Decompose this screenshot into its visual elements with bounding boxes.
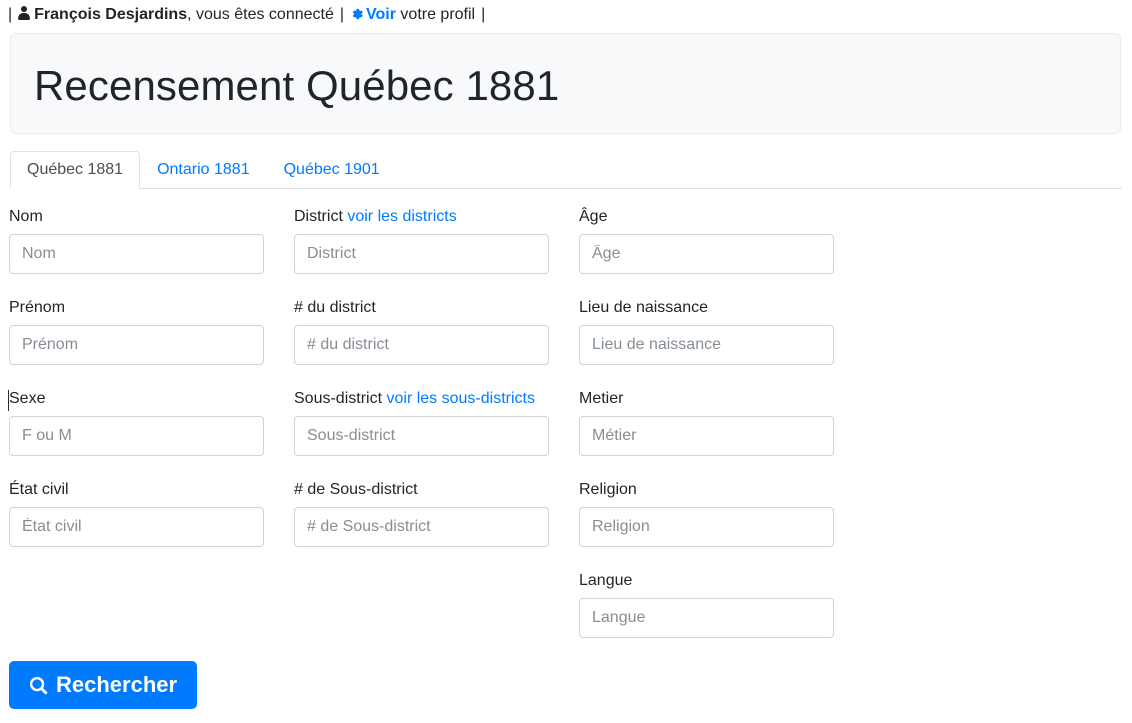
label-district: District voir les districts	[294, 208, 457, 225]
tab-quebec-1901[interactable]: Québec 1901	[267, 151, 397, 189]
field-etat-civil: État civil	[9, 479, 264, 547]
search-button-label: Rechercher	[56, 672, 178, 697]
field-langue: Langue	[579, 570, 834, 638]
label-metier: Metier	[579, 390, 624, 407]
label-lieu-de-naissance: Lieu de naissance	[579, 299, 708, 316]
submit-area: Rechercher	[9, 661, 198, 709]
label-langue: Langue	[579, 572, 633, 589]
search-icon	[29, 676, 48, 695]
label-sous-district: Sous-district voir les sous-districts	[294, 390, 535, 407]
input-lieu-de-naissance[interactable]	[579, 325, 834, 365]
field-religion: Religion	[579, 479, 834, 547]
field-metier: Metier	[579, 388, 834, 456]
label-etat-civil: État civil	[9, 481, 69, 498]
input-religion[interactable]	[579, 507, 834, 547]
user-status-bar: | François Desjardins, vous êtes connecté…	[0, 0, 1132, 32]
input-metier[interactable]	[579, 416, 834, 456]
page-title: Recensement Québec 1881	[34, 62, 560, 109]
profile-text: votre profil	[395, 6, 476, 23]
label-prenom: Prénom	[9, 299, 66, 316]
separator-pipe-left: |	[8, 6, 13, 23]
field-nom: Nom	[9, 206, 264, 274]
input-nom[interactable]	[9, 234, 264, 274]
input-prenom[interactable]	[9, 325, 264, 365]
label-numero-sous-district: # de Sous-district	[294, 481, 418, 498]
user-icon	[17, 6, 31, 21]
field-sexe: Sexe	[9, 388, 264, 456]
field-age: Âge	[579, 206, 834, 274]
field-numero-sous-district: # de Sous-district	[294, 479, 549, 547]
logged-in-status-text: , vous êtes connecté	[187, 6, 334, 23]
search-button[interactable]: Rechercher	[9, 661, 198, 709]
input-age[interactable]	[579, 234, 834, 274]
separator-pipe-right: |	[481, 6, 486, 23]
form-row-5: Langue	[0, 570, 1132, 661]
input-numero-district[interactable]	[294, 325, 549, 365]
form-row-2: Prénom # du district Lieu de naissance	[0, 297, 1132, 388]
label-religion: Religion	[579, 481, 637, 498]
page-header-banner: Recensement Québec 1881	[10, 33, 1121, 134]
census-tabs: Québec 1881 Ontario 1881 Québec 1901	[10, 151, 1122, 189]
label-nom: Nom	[9, 208, 43, 225]
label-age: Âge	[579, 208, 608, 225]
census-search-form: Nom District voir les districts Âge Prén…	[0, 206, 1132, 661]
form-row-4: État civil # de Sous-district Religion	[0, 479, 1132, 570]
mouse-cursor-ibeam	[8, 390, 9, 411]
input-sexe[interactable]	[9, 416, 264, 456]
tab-quebec-1881[interactable]: Québec 1881	[10, 151, 141, 189]
view-districts-link[interactable]: voir les districts	[347, 208, 456, 225]
form-row-1: Nom District voir les districts Âge	[0, 206, 1132, 297]
view-sub-districts-link[interactable]: voir les sous-districts	[386, 390, 534, 407]
gear-icon[interactable]	[350, 6, 364, 20]
input-numero-sous-district[interactable]	[294, 507, 549, 547]
field-numero-district: # du district	[294, 297, 549, 365]
field-district: District voir les districts	[294, 206, 549, 274]
tab-ontario-1881[interactable]: Ontario 1881	[140, 151, 267, 189]
input-etat-civil[interactable]	[9, 507, 264, 547]
label-sexe: Sexe	[9, 390, 46, 407]
logged-in-username: François Desjardins	[34, 6, 188, 23]
form-row-3: Sexe Sous-district voir les sous-distric…	[0, 388, 1132, 479]
view-profile-link[interactable]: Voir	[366, 6, 396, 23]
input-district[interactable]	[294, 234, 549, 274]
label-numero-district: # du district	[294, 299, 376, 316]
field-prenom: Prénom	[9, 297, 264, 365]
input-sous-district[interactable]	[294, 416, 549, 456]
field-lieu-de-naissance: Lieu de naissance	[579, 297, 834, 365]
field-sous-district: Sous-district voir les sous-districts	[294, 388, 549, 456]
separator-pipe-mid: |	[339, 6, 345, 23]
input-langue[interactable]	[579, 598, 834, 638]
